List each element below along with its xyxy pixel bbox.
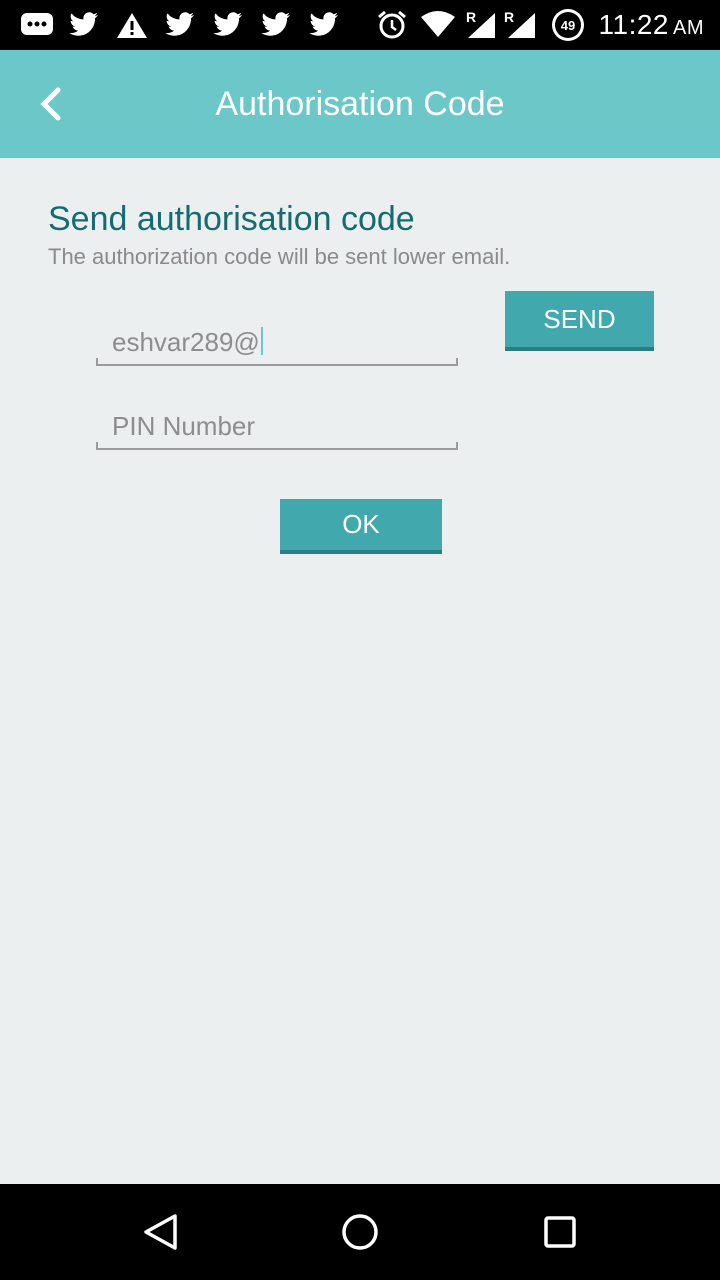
nav-recents-button[interactable] (536, 1208, 584, 1256)
signal-icon (506, 0, 536, 50)
navigation-bar (0, 1184, 720, 1280)
text-cursor (260, 327, 263, 355)
ok-button[interactable]: OK (280, 499, 442, 554)
send-button[interactable]: SEND (505, 291, 654, 351)
section-subtitle: The authorization code will be sent lowe… (48, 244, 511, 269)
back-button[interactable] (26, 80, 74, 128)
status-bar: R R 49 11:22 AM (0, 0, 720, 50)
messages-icon (20, 0, 54, 50)
pin-placeholder: PIN Number (112, 411, 256, 441)
twitter-icon (212, 0, 244, 50)
twitter-icon (164, 0, 196, 50)
home-circle-icon (342, 1214, 378, 1250)
pin-underline (96, 442, 458, 450)
alarm-icon (376, 0, 408, 50)
page-title: Authorisation Code (215, 84, 505, 123)
recents-square-icon (544, 1216, 576, 1248)
clock: 11:22 AM (599, 0, 705, 50)
app-bar: Authorisation Code (0, 50, 720, 158)
warning-icon (116, 0, 148, 50)
twitter-icon (260, 0, 292, 50)
nav-back-button[interactable] (136, 1208, 184, 1256)
email-field[interactable]: eshvar289@ (96, 320, 458, 366)
email-value: eshvar289@ (112, 327, 260, 357)
twitter-icon (308, 0, 340, 50)
signal-icon (466, 0, 496, 50)
wifi-icon (420, 0, 456, 50)
battery-level: 49 (555, 12, 581, 38)
section-heading: Send authorisation code (48, 200, 415, 238)
twitter-icon (68, 0, 100, 50)
nav-home-button[interactable] (336, 1208, 384, 1256)
chevron-left-icon (40, 87, 61, 121)
clock-ampm: AM (673, 16, 704, 39)
battery-icon: 49 (552, 0, 584, 50)
email-underline (96, 358, 458, 366)
clock-time: 11:22 (598, 9, 669, 40)
back-triangle-icon (144, 1214, 177, 1250)
pin-number-field[interactable]: PIN Number (96, 404, 458, 450)
